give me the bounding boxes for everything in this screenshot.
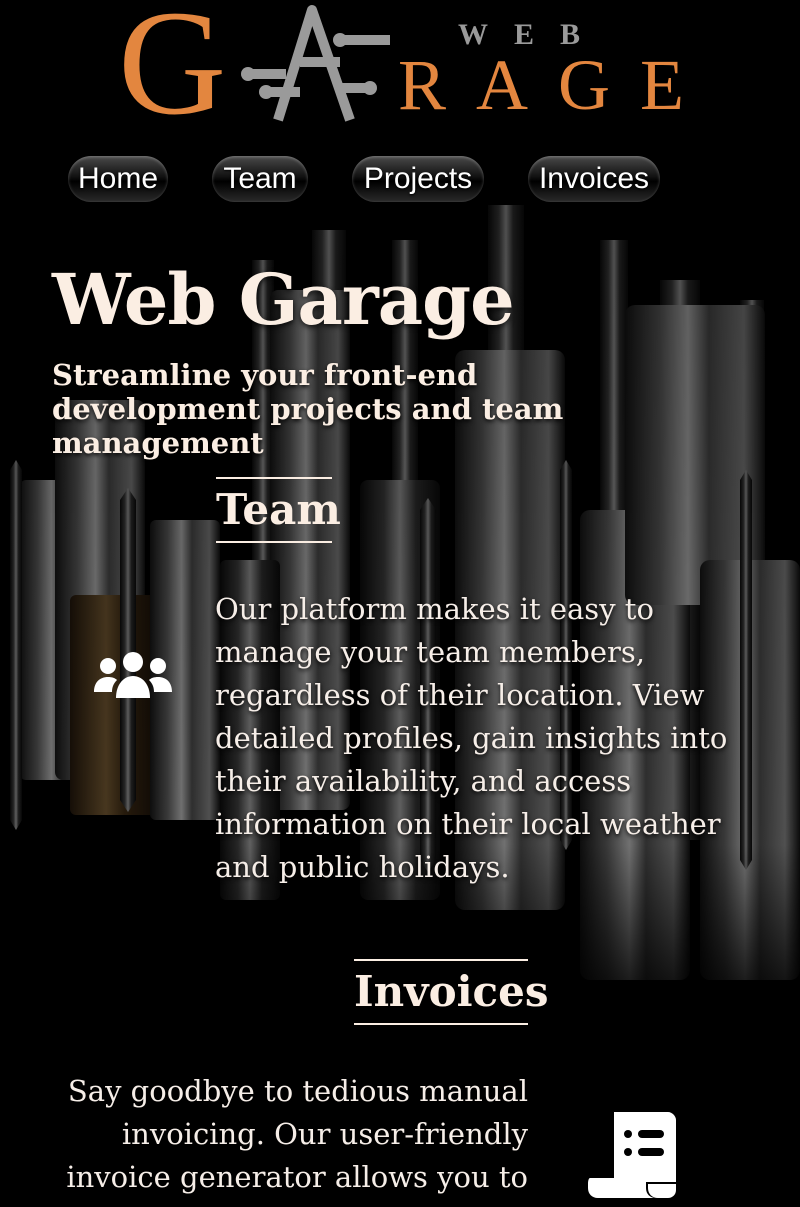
nav-home-button[interactable]: Home — [68, 156, 168, 202]
main-navigation: Home Team Projects Invoices — [0, 156, 800, 206]
invoices-section-text: Say goodbye to tedious manual invoicing.… — [66, 1074, 528, 1194]
users-icon — [94, 652, 172, 698]
logo-letter-g: G — [118, 0, 227, 146]
site-logo[interactable]: G WEB RAGE — [118, 0, 684, 138]
receipt-icon — [588, 1112, 676, 1198]
nav-projects-button[interactable]: Projects — [352, 156, 484, 202]
team-section-text: Our platform makes it easy to manage you… — [215, 592, 728, 884]
logo-word-rage: RAGE — [398, 45, 714, 125]
nav-team-button[interactable]: Team — [212, 156, 308, 202]
logo-circuit-a-icon — [241, 5, 390, 122]
nav-invoices-button[interactable]: Invoices — [528, 156, 660, 202]
invoices-section-heading: Invoices — [354, 959, 549, 1025]
hero-title: Web Garage — [52, 258, 515, 341]
hero-subtitle: Streamline your front-end development pr… — [52, 358, 564, 460]
team-section-heading: Team — [216, 477, 341, 543]
